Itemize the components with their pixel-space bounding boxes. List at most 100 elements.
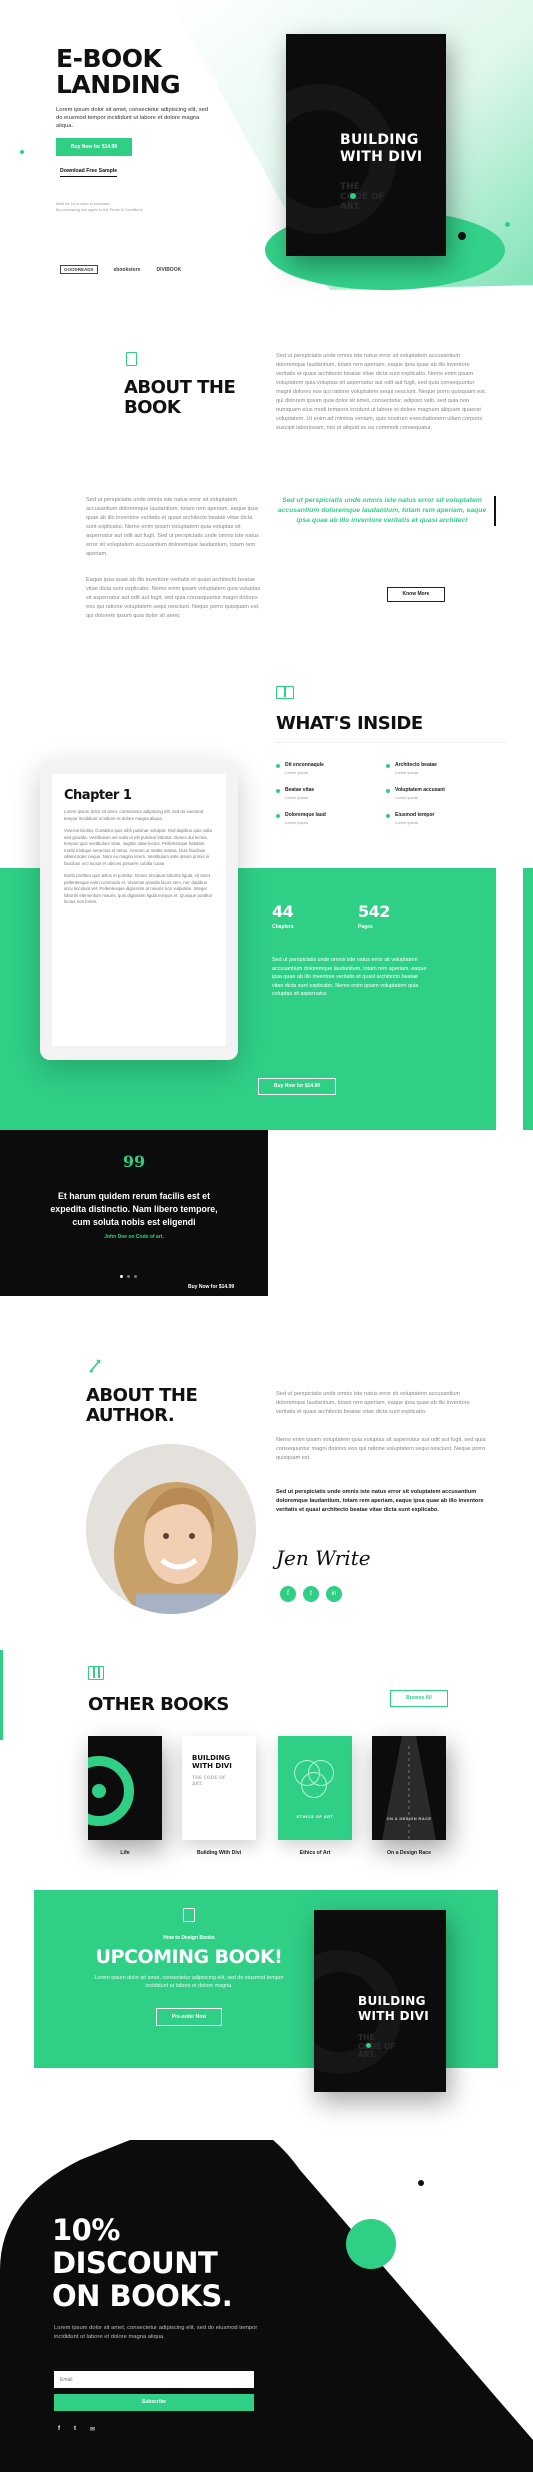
- hero-book-green-dot: [350, 193, 356, 199]
- author-paragraph-bold: Sed ut perspiciatis unde omnis iste natu…: [276, 1489, 484, 1513]
- stat-chapters-value: 44: [272, 902, 294, 921]
- tablet-paragraph-3: Morbi porttitor quis tellus et porttitor…: [64, 873, 213, 904]
- discount-description: Lorem ipsum dolor sit amet, consectetur …: [54, 2325, 258, 2340]
- know-more-button[interactable]: Know More: [387, 587, 445, 602]
- quote-text: Sed ut perspiciatis unde omnis iste natu…: [277, 497, 487, 524]
- green-band-right-edge: [523, 868, 533, 1130]
- email-icon[interactable]: ✉: [90, 2426, 95, 2433]
- upcoming-description: Lorem ipsum dolor sit amet, consectetur …: [94, 1975, 284, 1989]
- author-social-links: f t in: [280, 1586, 342, 1602]
- upcoming-title: UPCOMING BOOK!: [95, 1946, 283, 1968]
- tablet-paragraph-2: Viverrat lacinia. Curabitur quis nibh pu…: [64, 828, 212, 866]
- other-books-title: OTHER BOOKS: [88, 1694, 229, 1715]
- about-book-quote: Sed ut perspiciatis unde omnis iste natu…: [276, 496, 496, 526]
- discount-black-dot: [418, 2180, 424, 2186]
- title-underline: [276, 742, 506, 743]
- hero-green-dot-right: [505, 222, 510, 227]
- partner-logo-divibook: DIVIBOOK: [156, 266, 182, 273]
- upcoming-book-cover: BUILDING WITH DIVI THE CODE OF ART.: [314, 1910, 446, 2092]
- hero-title: E-BOOK LANDING: [56, 44, 181, 99]
- discount-social-links: f t ✉: [58, 2426, 95, 2433]
- partner-logo-ebookstore: ebookstore: [113, 266, 141, 273]
- left-green-accent: [0, 1650, 3, 1740]
- hero-green-dot-left: [20, 150, 24, 154]
- hero-book-subtitle: THE CODE OF ART.: [340, 182, 385, 212]
- toc-list: Dit enconnaqule Lorem ipsum Architecto be…: [276, 762, 486, 825]
- book-label-life[interactable]: Life: [88, 1850, 162, 1856]
- book-cover-race[interactable]: ON A DESIGN RACE: [372, 1736, 446, 1840]
- testimonial-text: Et harum quidem rerum facilis est et exp…: [50, 1191, 218, 1227]
- quote-icon: 99: [122, 1152, 146, 1171]
- about-book-title: ABOUT THE BOOK: [124, 377, 236, 418]
- toc-item: Architecto beatae Lorem ipsum: [386, 762, 486, 775]
- book-cover-life[interactable]: [88, 1736, 162, 1840]
- toc-item: Eiusmod tempor Lorem ipsum: [386, 812, 486, 825]
- about-book-section: ABOUT THE BOOK Sed ut perspiciatis unde …: [0, 330, 533, 660]
- hero-black-dot: [458, 232, 466, 240]
- author-paragraph-2: Nemo enim ipsam voluptatem quia voluptas…: [276, 1437, 486, 1461]
- about-author-section: ABOUT THE AUTHOR. Sed ut perspiciatis un…: [0, 1340, 533, 1640]
- discount-green-circle: [346, 2219, 396, 2269]
- preorder-button[interactable]: Pre-order Now: [156, 2008, 222, 2026]
- about-book-paragraph-right: Sed ut perspiciatis unde omnis iste natu…: [276, 353, 487, 431]
- book-icon: [126, 352, 137, 366]
- hero-description: Lorem ipsum dolor sit amet, consectetur …: [56, 107, 209, 129]
- tablet-device: Chapter 1 Lorem ipsum dolor sit amet, co…: [40, 760, 238, 1060]
- author-photo: [86, 1444, 256, 1614]
- stat-pages-label: Pages: [358, 924, 373, 930]
- book-label-divi[interactable]: Building With Divi: [182, 1850, 256, 1856]
- stats-description: Sed ut perspiciatis unde omnis iste natu…: [272, 957, 427, 997]
- toc-item: Doloremque laud Lorem ipsum: [276, 812, 376, 825]
- toc-item: Dit enconnaqule Lorem ipsum: [276, 762, 376, 775]
- slider-dots[interactable]: [120, 1275, 137, 1278]
- book-cover-ethics[interactable]: ETHICS OF ART: [278, 1736, 352, 1840]
- testimonial-author: John Doe on Code of art.: [104, 1234, 164, 1240]
- author-portrait-illustration: [86, 1444, 256, 1614]
- other-books-section: OTHER BOOKS Browse All Life BUILDING WIT…: [0, 1650, 533, 1860]
- stat-pages-value: 542: [358, 902, 390, 921]
- toc-item: Beatae vitae Lorem ipsum: [276, 787, 376, 800]
- partner-logo-goodreads: GOODREADS: [60, 265, 98, 274]
- tablet-paragraph-1: Lorem ipsum dolor sit amet, consectetur …: [64, 809, 204, 821]
- hero-section: E-BOOK LANDING Lorem ipsum dolor sit ame…: [0, 0, 533, 300]
- browse-all-button[interactable]: Browse All: [390, 1690, 448, 1707]
- tablet-chapter-title: Chapter 1: [64, 788, 132, 803]
- hero-buy-button[interactable]: Buy Now for $14.99: [56, 138, 132, 156]
- linkedin-icon[interactable]: in: [326, 1586, 342, 1602]
- upcoming-small-text: How to Design Books: [163, 1935, 215, 1941]
- twitter-icon[interactable]: t: [74, 2426, 76, 2433]
- hero-book-cover: BUILDING WITH DIVI THE CODE OF ART.: [286, 34, 446, 256]
- upcoming-book-title: BUILDING WITH DIVI: [358, 1994, 429, 2023]
- subscribe-button[interactable]: Subscribe: [54, 2394, 254, 2411]
- inside-buy-button[interactable]: Buy Now for $14.99: [258, 1078, 336, 1095]
- partner-logos: GOODREADS ebookstore DIVIBOOK: [60, 265, 181, 274]
- book-label-race[interactable]: On a Design Race: [372, 1850, 446, 1856]
- about-author-title: ABOUT THE AUTHOR.: [86, 1385, 198, 1426]
- author-paragraph-1: Sed ut perspiciatis unde omnis iste natu…: [276, 1391, 470, 1415]
- pen-icon: [89, 1359, 101, 1373]
- testimonial-section: 99 Et harum quidem rerum facilis est et …: [0, 1130, 268, 1296]
- open-book-icon: [276, 686, 294, 699]
- book-cover-divi[interactable]: BUILDING WITH DIVI THE CODE OF ART.: [182, 1736, 256, 1840]
- flag-icon: [183, 1908, 195, 1922]
- facebook-icon[interactable]: f: [280, 1586, 296, 1602]
- testimonial-buy-bar: Buy Now for $14.99: [180, 1280, 533, 1296]
- toc-item: Voluptatem accusant Lorem ipsum: [386, 787, 486, 800]
- about-book-paragraph-left-1: Sed ut perspiciatis unde omnis iste natu…: [86, 497, 259, 557]
- whats-inside-title: WHAT'S INSIDE: [276, 713, 423, 734]
- tablet-screen: Chapter 1 Lorem ipsum dolor sit amet, co…: [52, 774, 226, 1046]
- upcoming-book-subtitle: THE CODE OF ART.: [358, 2033, 396, 2059]
- books-icon: [88, 1666, 104, 1680]
- facebook-icon[interactable]: f: [58, 2426, 60, 2433]
- author-signature: Jen Write: [276, 1546, 371, 1570]
- upcoming-section: How to Design Books UPCOMING BOOK! Lorem…: [0, 1880, 533, 2120]
- discount-section: 10% DISCOUNT ON BOOKS. Lorem ipsum dolor…: [0, 2140, 533, 2472]
- about-book-paragraph-left-2: Eaque ipsa quae ab illo inventore verita…: [86, 577, 261, 619]
- twitter-icon[interactable]: t: [303, 1586, 319, 1602]
- testimonial-buy-label[interactable]: Buy Now for $14.99: [188, 1284, 234, 1290]
- email-input[interactable]: [54, 2371, 254, 2388]
- hero-book-title: BUILDING WITH DIVI: [340, 132, 423, 165]
- hero-download-link[interactable]: Download Free Sample: [60, 168, 118, 177]
- stat-chapters-label: Chapters: [272, 924, 294, 930]
- book-label-ethics[interactable]: Ethics of Art: [278, 1850, 352, 1856]
